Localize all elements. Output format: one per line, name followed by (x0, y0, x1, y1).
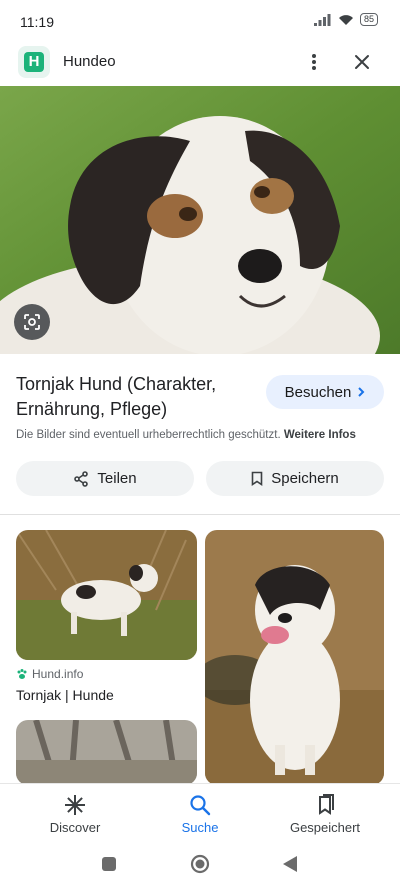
recents-button[interactable] (102, 857, 116, 871)
related-title[interactable]: Tornjak | Hunde (16, 687, 114, 703)
bottom-navigation: Discover Suche Gespeichert (0, 783, 400, 842)
more-options-button[interactable] (300, 48, 328, 76)
related-image-3[interactable] (16, 720, 197, 785)
search-icon (190, 795, 211, 816)
visit-label: Besuchen (284, 383, 352, 401)
lens-icon (24, 314, 40, 330)
related-image-2[interactable] (205, 530, 384, 785)
divider (0, 514, 400, 515)
paw-icon (17, 669, 27, 679)
status-icons: 85 (313, 13, 378, 26)
related-source-name: Hund.info (32, 667, 84, 681)
result-title: Tornjak Hund (Charakter, Ernährung, Pfle… (16, 374, 217, 419)
close-icon (355, 55, 369, 69)
asterisk-icon (65, 795, 85, 815)
chevron-right-icon (358, 387, 365, 397)
nav-search[interactable]: Suche (140, 784, 260, 842)
more-info-link[interactable]: Weitere Infos (284, 429, 356, 441)
back-button[interactable] (282, 855, 298, 873)
save-label: Speichern (271, 470, 339, 487)
visit-button[interactable]: Besuchen (266, 375, 384, 409)
hero-dog-image[interactable] (0, 86, 400, 354)
wifi-icon (338, 14, 353, 25)
status-time: 11:19 (20, 14, 54, 30)
bookmark-icon (251, 471, 263, 486)
save-button[interactable]: Speichern (206, 461, 384, 496)
app-name: Hundeo (63, 53, 116, 70)
nav-search-label: Suche (181, 820, 219, 835)
copyright-notice: Die Bilder sind eventuell urheberrechtli… (16, 429, 356, 441)
related-source[interactable]: Hund.info (16, 667, 83, 681)
nav-saved[interactable]: Gespeichert (265, 784, 385, 842)
home-button[interactable] (190, 854, 210, 874)
bookmarks-icon (319, 794, 334, 815)
close-button[interactable] (348, 48, 376, 76)
nav-discover-label: Discover (49, 820, 101, 835)
signal-icon (313, 13, 331, 26)
share-icon (74, 470, 89, 487)
battery-indicator: 85 (359, 13, 378, 26)
app-header: H Hundeo (0, 40, 400, 86)
copyright-text: Die Bilder sind eventuell urheberrechtli… (16, 429, 281, 441)
nav-discover[interactable]: Discover (15, 784, 135, 842)
system-navigation-bar (0, 841, 400, 889)
hundeo-logo-icon: H (24, 52, 44, 72)
status-bar: 11:19 85 (0, 0, 400, 40)
app-logo: H (18, 46, 50, 78)
related-image-1[interactable] (16, 530, 197, 660)
share-button[interactable]: Teilen (16, 461, 194, 496)
google-lens-button[interactable] (14, 304, 50, 340)
nav-saved-label: Gespeichert (289, 820, 361, 835)
more-vert-icon (312, 54, 316, 70)
share-label: Teilen (97, 470, 137, 487)
